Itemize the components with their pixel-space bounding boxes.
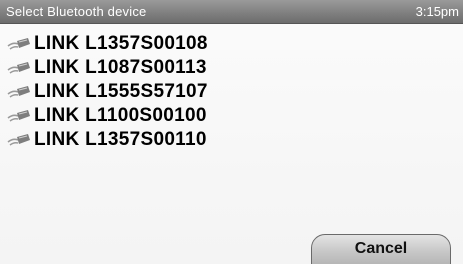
clock: 3:15pm [415,4,459,19]
bluetooth-device-icon [7,62,30,74]
title-bar: Select Bluetooth device 3:15pm [0,0,463,24]
device-list: LINK L1357S00108 LINK L1087S00113 LINK L… [6,32,446,152]
device-name: LINK L1100S00100 [34,105,207,126]
device-name: LINK L1357S00110 [34,129,207,150]
bluetooth-device-icon [7,110,30,122]
screen-title: Select Bluetooth device [6,4,147,19]
device-name: LINK L1555S57107 [34,81,208,102]
bluetooth-device-icon [7,134,30,146]
bluetooth-device-icon [7,86,30,98]
device-item[interactable]: LINK L1555S57107 [6,80,446,104]
device-item[interactable]: LINK L1357S00110 [6,128,446,152]
bluetooth-device-icon [7,38,30,50]
device-item[interactable]: LINK L1100S00100 [6,104,446,128]
device-name: LINK L1087S00113 [34,57,207,78]
bluetooth-device-screen: Select Bluetooth device 3:15pm LINK L135… [0,0,463,264]
device-item[interactable]: LINK L1087S00113 [6,56,446,80]
device-name: LINK L1357S00108 [34,33,208,54]
cancel-button[interactable]: Cancel [311,234,451,264]
device-item[interactable]: LINK L1357S00108 [6,32,446,56]
